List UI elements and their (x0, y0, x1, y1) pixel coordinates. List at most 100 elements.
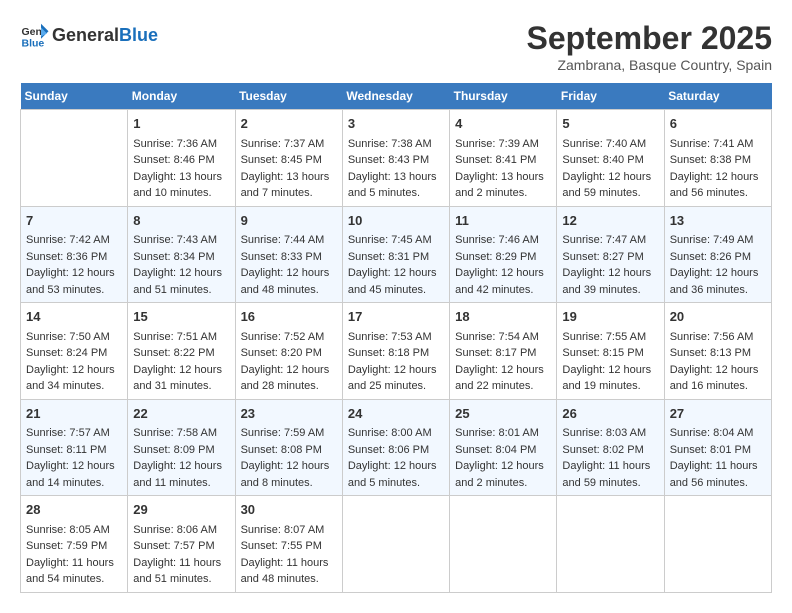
day-info-line: Daylight: 12 hours (241, 362, 337, 379)
day-info-line: Daylight: 11 hours (670, 458, 766, 475)
calendar-cell: 10Sunrise: 7:45 AMSunset: 8:31 PMDayligh… (342, 206, 449, 303)
day-info-line: and 48 minutes. (241, 571, 337, 588)
day-info-line: Sunrise: 7:51 AM (133, 329, 229, 346)
day-info-line: Sunset: 8:02 PM (562, 442, 658, 459)
page-title: September 2025 (527, 20, 772, 57)
day-number: 3 (348, 114, 444, 134)
page-header: Gen Blue GeneralBlue September 2025 Zamb… (20, 20, 772, 73)
day-info-line: Sunrise: 7:42 AM (26, 232, 122, 249)
day-info-line: Daylight: 12 hours (133, 265, 229, 282)
day-info-line: and 59 minutes. (562, 185, 658, 202)
day-info-line: and 28 minutes. (241, 378, 337, 395)
day-info-line: Sunset: 8:34 PM (133, 249, 229, 266)
day-info-line: Daylight: 12 hours (26, 362, 122, 379)
day-info-line: Daylight: 13 hours (455, 169, 551, 186)
day-info-line: Daylight: 11 hours (133, 555, 229, 572)
day-number: 13 (670, 211, 766, 231)
day-number: 2 (241, 114, 337, 134)
calendar-cell: 18Sunrise: 7:54 AMSunset: 8:17 PMDayligh… (450, 303, 557, 400)
day-info-line: Sunrise: 7:52 AM (241, 329, 337, 346)
day-info-line: and 5 minutes. (348, 185, 444, 202)
day-number: 11 (455, 211, 551, 231)
calendar-cell: 28Sunrise: 8:05 AMSunset: 7:59 PMDayligh… (21, 496, 128, 593)
day-info-line: Sunrise: 7:37 AM (241, 136, 337, 153)
day-number: 29 (133, 500, 229, 520)
day-info-line: Sunrise: 7:47 AM (562, 232, 658, 249)
calendar-cell (342, 496, 449, 593)
day-info-line: and 36 minutes. (670, 282, 766, 299)
day-info-line: Sunrise: 7:46 AM (455, 232, 551, 249)
day-info-line: Daylight: 12 hours (562, 362, 658, 379)
calendar-cell: 30Sunrise: 8:07 AMSunset: 7:55 PMDayligh… (235, 496, 342, 593)
day-info-line: Daylight: 13 hours (241, 169, 337, 186)
day-info-line: Sunrise: 7:53 AM (348, 329, 444, 346)
day-info-line: Sunrise: 8:07 AM (241, 522, 337, 539)
day-info-line: Sunset: 8:22 PM (133, 345, 229, 362)
day-info-line: Sunset: 8:29 PM (455, 249, 551, 266)
day-info-line: Daylight: 12 hours (670, 362, 766, 379)
day-info-line: and 8 minutes. (241, 475, 337, 492)
day-info-line: Sunset: 8:26 PM (670, 249, 766, 266)
day-info-line: Sunrise: 7:57 AM (26, 425, 122, 442)
day-info-line: Daylight: 11 hours (241, 555, 337, 572)
day-number: 19 (562, 307, 658, 327)
day-info-line: and 56 minutes. (670, 185, 766, 202)
day-info-line: Sunset: 8:24 PM (26, 345, 122, 362)
calendar-week-row: 14Sunrise: 7:50 AMSunset: 8:24 PMDayligh… (21, 303, 772, 400)
calendar-cell: 21Sunrise: 7:57 AMSunset: 8:11 PMDayligh… (21, 399, 128, 496)
day-number: 4 (455, 114, 551, 134)
day-info-line: Sunrise: 7:38 AM (348, 136, 444, 153)
day-info-line: Sunrise: 7:39 AM (455, 136, 551, 153)
calendar-cell: 19Sunrise: 7:55 AMSunset: 8:15 PMDayligh… (557, 303, 664, 400)
calendar-cell (557, 496, 664, 593)
logo: Gen Blue GeneralBlue (20, 20, 158, 50)
calendar-week-row: 1Sunrise: 7:36 AMSunset: 8:46 PMDaylight… (21, 110, 772, 207)
svg-text:Blue: Blue (22, 37, 45, 49)
calendar-header-row: SundayMondayTuesdayWednesdayThursdayFrid… (21, 83, 772, 110)
day-info-line: and 59 minutes. (562, 475, 658, 492)
calendar-cell: 27Sunrise: 8:04 AMSunset: 8:01 PMDayligh… (664, 399, 771, 496)
day-info-line: Sunset: 7:59 PM (26, 538, 122, 555)
day-info-line: and 16 minutes. (670, 378, 766, 395)
day-info-line: Daylight: 12 hours (670, 265, 766, 282)
day-info-line: Daylight: 12 hours (348, 362, 444, 379)
day-number: 24 (348, 404, 444, 424)
day-info-line: Sunset: 8:27 PM (562, 249, 658, 266)
day-info-line: Sunrise: 7:50 AM (26, 329, 122, 346)
day-info-line: and 34 minutes. (26, 378, 122, 395)
dow-header-sunday: Sunday (21, 83, 128, 110)
day-info-line: and 53 minutes. (26, 282, 122, 299)
day-info-line: Daylight: 12 hours (26, 265, 122, 282)
day-info-line: Sunset: 8:46 PM (133, 152, 229, 169)
calendar-cell: 9Sunrise: 7:44 AMSunset: 8:33 PMDaylight… (235, 206, 342, 303)
day-info-line: and 45 minutes. (348, 282, 444, 299)
logo-general-text: General (52, 25, 119, 45)
calendar-table: SundayMondayTuesdayWednesdayThursdayFrid… (20, 83, 772, 593)
day-info-line: Sunset: 8:11 PM (26, 442, 122, 459)
day-info-line: Daylight: 12 hours (455, 265, 551, 282)
calendar-cell: 23Sunrise: 7:59 AMSunset: 8:08 PMDayligh… (235, 399, 342, 496)
day-info-line: Daylight: 12 hours (241, 265, 337, 282)
day-info-line: Sunrise: 8:03 AM (562, 425, 658, 442)
day-info-line: Daylight: 13 hours (348, 169, 444, 186)
day-info-line: Sunrise: 8:05 AM (26, 522, 122, 539)
day-number: 26 (562, 404, 658, 424)
day-info-line: Daylight: 12 hours (455, 458, 551, 475)
day-info-line: and 42 minutes. (455, 282, 551, 299)
day-info-line: Sunset: 8:13 PM (670, 345, 766, 362)
calendar-cell: 4Sunrise: 7:39 AMSunset: 8:41 PMDaylight… (450, 110, 557, 207)
day-number: 22 (133, 404, 229, 424)
day-info-line: Daylight: 12 hours (133, 458, 229, 475)
dow-header-wednesday: Wednesday (342, 83, 449, 110)
day-info-line: and 22 minutes. (455, 378, 551, 395)
calendar-cell: 11Sunrise: 7:46 AMSunset: 8:29 PMDayligh… (450, 206, 557, 303)
calendar-cell: 2Sunrise: 7:37 AMSunset: 8:45 PMDaylight… (235, 110, 342, 207)
day-number: 21 (26, 404, 122, 424)
calendar-week-row: 28Sunrise: 8:05 AMSunset: 7:59 PMDayligh… (21, 496, 772, 593)
day-info-line: and 10 minutes. (133, 185, 229, 202)
day-info-line: Daylight: 12 hours (562, 169, 658, 186)
dow-header-monday: Monday (128, 83, 235, 110)
day-info-line: Sunset: 8:40 PM (562, 152, 658, 169)
day-info-line: Sunset: 8:08 PM (241, 442, 337, 459)
day-info-line: Daylight: 12 hours (133, 362, 229, 379)
